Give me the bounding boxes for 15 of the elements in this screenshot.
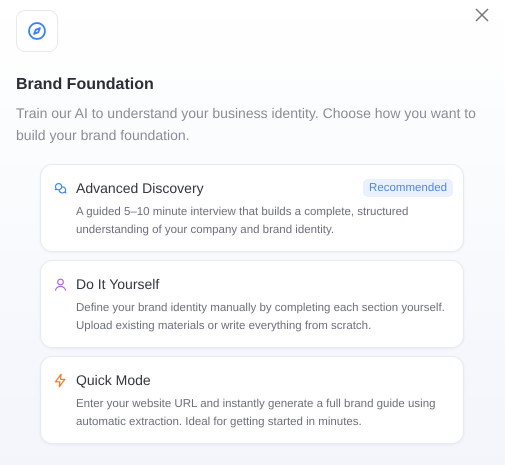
recommended-badge: Recommended bbox=[363, 179, 453, 197]
option-description: A guided 5–10 minute interview that builds a complete, structured understanding of your company and brand identity. bbox=[76, 205, 410, 238]
option-description: Define your brand identity manually by completing each section yourself. Upload existing materials or write everything from scratch. bbox=[76, 301, 446, 334]
option-title: Advanced Discovery bbox=[76, 180, 204, 196]
option-card[interactable]: Advanced Discovery Recommended A guided 5–10 minute interview that builds a complete, structured understanding of your company and brand identity. bbox=[40, 164, 464, 252]
compass-icon bbox=[27, 21, 47, 41]
dialog-subtitle: Train our AI to understand your business identity. Choose how you want to build your brand foundation. bbox=[16, 104, 477, 145]
option-title: Quick Mode bbox=[76, 372, 151, 388]
dialog-title: Brand Foundation bbox=[16, 76, 155, 94]
option-title: Do It Yourself bbox=[76, 276, 160, 292]
option-card[interactable]: Quick Mode Enter your website URL and instantly generate a full brand guide using automatic extraction. Ideal for getting started in minutes. bbox=[40, 356, 464, 444]
close-icon bbox=[475, 8, 489, 22]
option-description: Enter your website URL and instantly generate a full brand guide using automatic extraction. Ideal for getting started in minutes. bbox=[76, 397, 436, 430]
option-card[interactable]: Do It Yourself Define your brand identity manually by completing each section yourself. Upload existing materials or write everything from scratch. bbox=[40, 260, 464, 348]
close-button[interactable] bbox=[473, 6, 491, 24]
